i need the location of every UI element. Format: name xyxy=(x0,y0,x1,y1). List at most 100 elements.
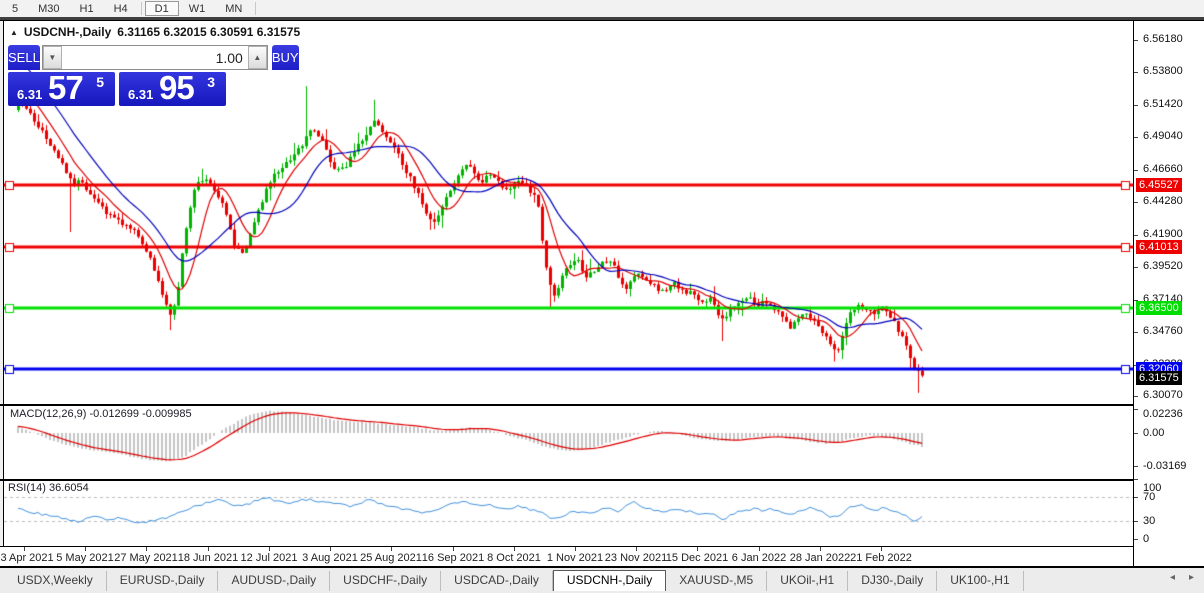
date-axis-label: 25 Aug 2021 xyxy=(360,552,422,564)
date-axis-label: 18 Jun 2021 xyxy=(177,552,239,564)
date-tick xyxy=(453,547,454,551)
buy-price-box[interactable]: 6.31 95 3 xyxy=(119,69,226,106)
axis-tick xyxy=(1134,235,1138,236)
rsi-pane-separator[interactable] xyxy=(0,479,1204,481)
axis-tick xyxy=(1134,202,1138,203)
chart-header: ▲ USDCNH-,Daily 6.31165 6.32015 6.30591 … xyxy=(10,25,300,39)
chart-tab-dj30[interactable]: DJ30-,Daily xyxy=(848,571,938,591)
date-axis-label: 13 Apr 2021 xyxy=(0,552,54,564)
volume-decrease-icon[interactable]: ▼ xyxy=(42,46,62,69)
date-tick xyxy=(146,547,147,551)
chart-tab-usdchf[interactable]: USDCHF-,Daily xyxy=(330,571,442,591)
buy-price-pip: 3 xyxy=(207,74,215,90)
price-axis-label: 6.49040 xyxy=(1143,130,1183,143)
axis-tick xyxy=(1134,40,1138,41)
date-tick xyxy=(24,547,25,551)
date-tick xyxy=(391,547,392,551)
date-axis-label: 5 May 2021 xyxy=(56,552,114,564)
chart-ohlc-values: 6.31165 6.32015 6.30591 6.31575 xyxy=(117,25,301,39)
timeframe-button-m30[interactable]: M30 xyxy=(28,1,69,16)
tab-scroll-right-icon[interactable]: ▸ xyxy=(1189,572,1194,583)
timeframe-button-d1[interactable]: D1 xyxy=(144,1,179,16)
price-axis-label: 6.44280 xyxy=(1143,195,1183,208)
date-axis[interactable]: 13 Apr 2021 5 May 2021 27 May 2021 18 Jun 2… xyxy=(0,547,1133,566)
toolbar-separator xyxy=(255,2,257,15)
axis-tick xyxy=(1134,466,1138,467)
buy-price-prefix: 6.31 xyxy=(128,87,154,102)
buy-button[interactable]: BUY xyxy=(271,45,299,70)
one-click-trade-panel: SELL ▼ ▲ BUY 6.31 57 5 6.31 95 3 xyxy=(8,45,299,106)
macd-axis-label: -0.03169 xyxy=(1143,460,1187,473)
axis-tick xyxy=(1134,332,1138,333)
chart-symbol-label: USDCNH-,Daily xyxy=(23,25,112,39)
hline-price-badge: 6.45527 xyxy=(1136,178,1182,193)
date-axis-label: 3 Aug 2021 xyxy=(302,552,358,564)
axis-tick xyxy=(1134,521,1138,522)
date-tick xyxy=(85,547,86,551)
tab-scroll-left-icon[interactable]: ◂ xyxy=(1170,572,1175,583)
date-axis-label: 6 Jan 2022 xyxy=(731,552,787,564)
timeframe-button-mn[interactable]: MN xyxy=(215,1,252,16)
axis-tick xyxy=(1134,539,1138,540)
toolbar-separator xyxy=(140,2,142,15)
macd-pane-separator[interactable] xyxy=(0,404,1204,406)
macd-axis-label: 0.00 xyxy=(1143,427,1165,439)
axis-tick xyxy=(1134,267,1138,268)
buy-price-main: 95 xyxy=(159,69,195,106)
timeframe-button-5[interactable]: 5 xyxy=(2,1,28,16)
rsi-axis-label: 30 xyxy=(1143,515,1156,527)
axis-tick xyxy=(1134,137,1138,138)
current-price-badge: 6.31575 xyxy=(1136,371,1182,386)
chart-tab-usdcnh[interactable]: USDCNH-,Daily xyxy=(552,570,667,591)
chart-tab-audusd[interactable]: AUDUSD-,Daily xyxy=(218,571,331,591)
date-tick xyxy=(820,547,821,551)
tab-scroll-arrows: ◂ ▸ xyxy=(1170,572,1194,583)
date-axis-label: 23 Nov 2021 xyxy=(604,552,668,564)
price-axis-label: 6.39520 xyxy=(1143,260,1183,273)
volume-increase-icon[interactable]: ▲ xyxy=(247,46,267,69)
date-tick xyxy=(636,547,637,551)
date-tick xyxy=(330,547,331,551)
price-axis-label: 6.34760 xyxy=(1143,325,1183,338)
rsi-axis-label: 70 xyxy=(1143,491,1156,503)
date-axis-label: 27 May 2021 xyxy=(114,552,178,564)
rsi-indicator-label: RSI(14) 36.6054 xyxy=(8,482,89,494)
axis-tick xyxy=(1134,72,1138,73)
date-axis-label: 1 Nov 2021 xyxy=(546,552,604,564)
chart-tab-ukoil[interactable]: UKOil-,H1 xyxy=(767,571,849,591)
timeframe-toolbar: 5 M30 H1 H4 D1 W1 MN xyxy=(0,0,1204,17)
chart-tab-eurusd[interactable]: EURUSD-,Daily xyxy=(107,571,219,591)
collapse-trade-panel-icon[interactable]: ▲ xyxy=(10,28,18,37)
trading-platform-window: 5 M30 H1 H4 D1 W1 MN ▲ USDCNH-,Daily 6.31165 6… xyxy=(0,0,1204,593)
sell-price-box[interactable]: 6.31 57 5 xyxy=(8,69,115,106)
macd-indicator-label: MACD(12,26,9) -0.012699 -0.009985 xyxy=(10,408,192,420)
axis-tick xyxy=(1134,105,1138,106)
hline-price-badge: 6.41013 xyxy=(1136,239,1182,254)
timeframe-button-h1[interactable]: H1 xyxy=(70,1,104,16)
timeframe-button-w1[interactable]: W1 xyxy=(179,1,216,16)
price-axis-label: 6.46660 xyxy=(1143,162,1183,175)
date-axis-label: 15 Dec 2021 xyxy=(665,552,729,564)
macd-axis-label: 0.02236 xyxy=(1143,408,1183,420)
chart-tab-uk100[interactable]: UK100-,H1 xyxy=(937,571,1024,591)
price-axis[interactable]: 6.56180 6.53800 6.51420 6.49040 6.46660 6.442… xyxy=(1133,21,1204,566)
date-axis-label: 21 Feb 2022 xyxy=(850,552,912,564)
volume-input[interactable] xyxy=(61,46,248,69)
axis-tick xyxy=(1134,433,1138,434)
rsi-axis-label: 0 xyxy=(1143,533,1150,545)
sell-price-main: 57 xyxy=(48,69,84,106)
date-tick xyxy=(269,547,270,551)
date-tick xyxy=(759,547,760,551)
chart-tab-usdx[interactable]: USDX,Weekly xyxy=(4,571,107,591)
chart-tab-bar: USDX,Weekly EURUSD-,Daily AUDUSD-,Daily USD… xyxy=(4,570,1024,591)
axis-tick xyxy=(1134,479,1138,480)
axis-tick xyxy=(1134,497,1138,498)
chart-tab-xauusd[interactable]: XAUUSD-,M5 xyxy=(666,571,768,591)
date-tick xyxy=(208,547,209,551)
sell-button[interactable]: SELL xyxy=(8,45,40,70)
timeframe-button-h4[interactable]: H4 xyxy=(104,1,138,16)
chart-tab-usdcad[interactable]: USDCAD-,Daily xyxy=(441,571,553,591)
hline-price-badge: 6.36500 xyxy=(1136,301,1182,316)
volume-spinner: ▼ ▲ xyxy=(41,45,268,70)
axis-tick xyxy=(1134,409,1138,410)
